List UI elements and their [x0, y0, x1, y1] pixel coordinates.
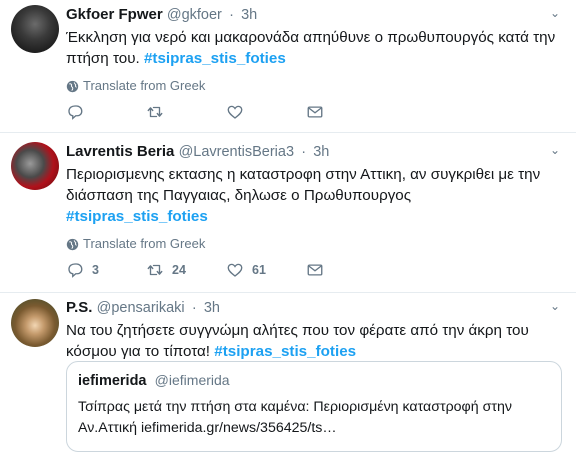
separator-dot: · — [191, 300, 197, 316]
envelope-icon — [307, 106, 323, 118]
tweet-actions: 3 24 61 — [66, 260, 346, 280]
retweet-button[interactable] — [146, 103, 226, 121]
like-button[interactable]: 61 — [226, 261, 306, 279]
avatar[interactable] — [11, 142, 59, 190]
quoted-tweet-header: iefimerida @iefimerida — [78, 371, 550, 389]
timestamp[interactable]: 3h — [313, 144, 329, 160]
globe-icon — [66, 238, 79, 250]
reply-button[interactable] — [66, 103, 146, 121]
tweet[interactable]: Gkfoer Fpwer @gkfoer · 3h ⌄ Έκκληση για … — [0, 0, 576, 133]
tweet-header: P.S. @pensarikaki · 3h ⌄ — [66, 299, 566, 317]
translate-label: Translate from Greek — [83, 78, 206, 93]
tweet[interactable]: P.S. @pensarikaki · 3h ⌄ Να του ζητήσετε… — [0, 293, 576, 462]
dm-button[interactable] — [306, 261, 346, 279]
quoted-tweet-text: Τσίπρας μετά την πτήση στα καμένα: Περιο… — [78, 399, 512, 436]
heart-icon — [227, 105, 243, 119]
like-count: 61 — [252, 263, 266, 277]
reply-icon — [68, 105, 83, 120]
dm-button[interactable] — [306, 103, 346, 121]
timestamp[interactable]: 3h — [204, 300, 220, 316]
translate-label: Translate from Greek — [83, 236, 206, 251]
user-name[interactable]: P.S. — [66, 299, 92, 316]
timestamp[interactable]: 3h — [241, 7, 257, 23]
tweet-actions — [66, 102, 346, 122]
reply-count: 3 — [92, 263, 99, 277]
tweet[interactable]: Lavrentis Beria @LavrentisBeria3 · 3h ⌄ … — [0, 133, 576, 293]
chevron-down-icon[interactable]: ⌄ — [548, 143, 562, 157]
tweet-text: Να του ζητήσετε συγγνώμη αλήτες που τον … — [66, 320, 566, 362]
tweet-header: Lavrentis Beria @LavrentisBeria3 · 3h ⌄ — [66, 143, 566, 161]
user-name[interactable]: Gkfoer Fpwer — [66, 6, 163, 23]
hashtag-link[interactable]: #tsipras_stis_foties — [66, 208, 208, 225]
globe-icon — [66, 80, 79, 92]
chevron-down-icon[interactable]: ⌄ — [548, 6, 562, 20]
user-handle[interactable]: @gkfoer — [167, 7, 222, 23]
user-handle[interactable]: @pensarikaki — [97, 300, 185, 316]
chevron-down-icon[interactable]: ⌄ — [548, 299, 562, 313]
tweet-body: Έκκληση για νερό και μακαρονάδα απηύθυνε… — [66, 29, 556, 67]
tweet-text: Περιορισμενης εκτασης η καταστροφη στην … — [66, 164, 566, 227]
tweet-body: Περιορισμενης εκτασης η καταστροφη στην … — [66, 166, 541, 204]
quoted-user-handle: @iefimerida — [154, 372, 230, 388]
retweet-icon — [147, 264, 163, 276]
reply-button[interactable]: 3 — [66, 261, 146, 279]
separator-dot: · — [301, 144, 307, 160]
user-name[interactable]: Lavrentis Beria — [66, 143, 174, 160]
quoted-tweet[interactable]: iefimerida @iefimerida Τσίπρας μετά την … — [66, 361, 562, 452]
hashtag-link[interactable]: #tsipras_stis_foties — [144, 50, 286, 67]
reply-icon — [68, 263, 83, 278]
tweet-text: Έκκληση για νερό και μακαρονάδα απηύθυνε… — [66, 27, 566, 69]
envelope-icon — [307, 264, 323, 276]
avatar[interactable] — [11, 299, 59, 347]
translate-link[interactable]: Translate from Greek — [66, 77, 566, 95]
avatar[interactable] — [11, 5, 59, 53]
heart-icon — [227, 263, 243, 277]
retweet-button[interactable]: 24 — [146, 261, 226, 279]
hashtag-link[interactable]: #tsipras_stis_foties — [214, 343, 356, 360]
like-button[interactable] — [226, 103, 306, 121]
separator-dot: · — [229, 7, 234, 23]
tweet-header: Gkfoer Fpwer @gkfoer · 3h ⌄ — [66, 6, 566, 24]
retweet-count: 24 — [172, 263, 186, 277]
quoted-user-name: iefimerida — [78, 373, 147, 389]
translate-link[interactable]: Translate from Greek — [66, 235, 566, 253]
user-handle[interactable]: @LavrentisBeria3 — [179, 144, 294, 160]
retweet-icon — [147, 106, 163, 118]
